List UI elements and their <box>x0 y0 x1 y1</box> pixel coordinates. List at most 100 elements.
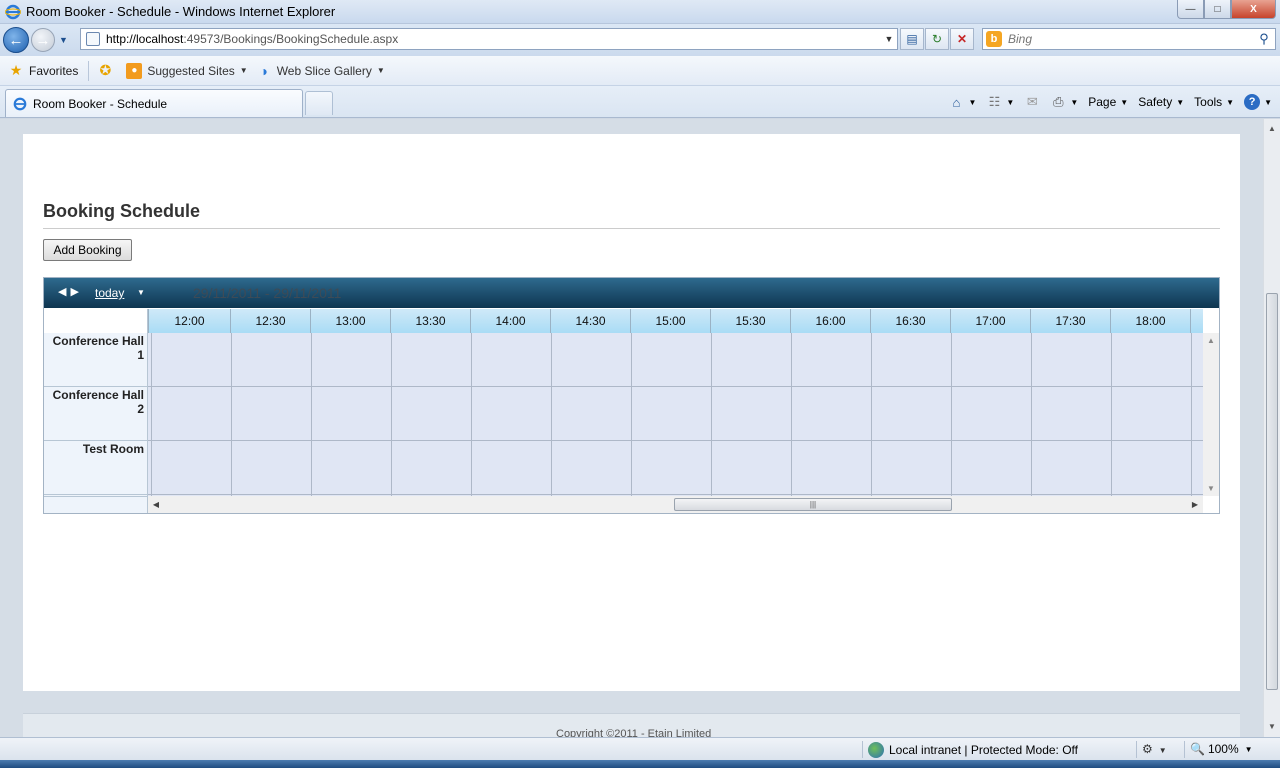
forward-button[interactable]: → <box>31 28 55 52</box>
scroll-down-icon[interactable]: ▼ <box>1203 484 1219 493</box>
room-column: Conference Hall 1 Conference Hall 2 Test R… <box>44 333 148 496</box>
add-to-favorites-bar-button[interactable]: ✪ <box>97 62 118 79</box>
refresh-button[interactable]: ↻ <box>925 28 949 50</box>
zoom-icon: 🔍 <box>1190 742 1205 756</box>
chevron-down-icon: ▼ <box>1006 97 1015 107</box>
suggested-sites-label: Suggested Sites <box>147 63 235 78</box>
close-window-button[interactable]: X <box>1231 0 1276 19</box>
rss-feed-icon: ☷ <box>988 94 1001 109</box>
page-title: Booking Schedule <box>43 201 201 221</box>
previous-day-icon[interactable]: ◀ <box>58 286 70 298</box>
internet-explorer-icon <box>12 96 28 112</box>
room-row-divider <box>44 494 148 495</box>
room-row-divider <box>44 440 148 441</box>
security-zone[interactable]: Local intranet | Protected Mode: Off <box>868 742 1078 758</box>
horizontal-scroll-thumb[interactable]: ||| <box>674 498 952 511</box>
scroll-up-icon[interactable]: ▲ <box>1203 336 1219 345</box>
grid-horizontal-scrollbar[interactable]: ◀ ||| ▶ <box>148 496 1203 513</box>
page-footer: Copyright ©2011 - Etain Limited <box>23 713 1240 737</box>
add-booking-button[interactable]: Add Booking <box>43 239 132 261</box>
scroll-left-icon[interactable]: ◀ <box>148 496 164 513</box>
help-menu[interactable]: ? ▼ <box>1244 94 1272 110</box>
chevron-down-icon: ▼ <box>1120 97 1129 107</box>
scroll-right-icon[interactable]: ▶ <box>1187 496 1203 513</box>
date-range: 29/11/2011 - 29/11/2011 <box>193 285 342 301</box>
windows-taskbar <box>0 760 1280 768</box>
compatibility-icon: ▤ <box>906 32 918 46</box>
time-slot-header: 13:30 <box>391 309 471 333</box>
search-input[interactable] <box>1008 32 1253 46</box>
maximize-button[interactable]: □ <box>1204 0 1231 19</box>
home-button[interactable]: ⌂ ▼ <box>948 94 977 110</box>
grid-column-line <box>551 333 552 496</box>
zoom-level: 100% <box>1207 742 1239 756</box>
search-icon[interactable]: ⚲ <box>1253 31 1275 47</box>
stop-button[interactable]: ✕ <box>950 28 974 50</box>
schedule-grid[interactable] <box>148 333 1203 496</box>
internet-explorer-icon <box>5 4 21 20</box>
view-dropdown-icon[interactable]: ▼ <box>137 288 145 297</box>
feeds-button[interactable]: ☷ ▼ <box>986 94 1015 110</box>
chevron-down-icon: ▼ <box>1158 746 1167 755</box>
page-menu[interactable]: Page ▼ <box>1088 95 1128 109</box>
scroll-up-icon[interactable]: ▲ <box>1264 121 1280 137</box>
home-icon: ⌂ <box>952 94 961 110</box>
back-button[interactable]: ← <box>3 27 29 53</box>
grid-column-line <box>151 333 152 496</box>
page-scroll-thumb[interactable] <box>1266 293 1278 690</box>
refresh-icon: ↻ <box>931 32 943 46</box>
tab-room-booker[interactable]: Room Booker - Schedule <box>5 89 303 117</box>
url-path: :49573/Bookings/BookingSchedule.aspx <box>183 32 399 46</box>
address-dropdown-icon[interactable]: ▼ <box>881 34 897 44</box>
grid-column-line <box>1031 333 1032 496</box>
tab-label: Room Booker - Schedule <box>33 96 168 111</box>
chevron-down-icon: ▼ <box>968 97 977 107</box>
safety-menu[interactable]: Safety ▼ <box>1138 95 1184 109</box>
booking-scheduler: ◀▶ today ▼ 29/11/2011 - 29/11/2011 12:00… <box>43 277 1220 514</box>
mail-icon: ✉ <box>1026 94 1038 109</box>
time-slot-header: 13:00 <box>311 309 391 333</box>
time-slot-header: 17:30 <box>1031 309 1111 333</box>
intranet-globe-icon <box>868 742 884 758</box>
status-divider <box>862 741 863 758</box>
compatibility-view-button[interactable]: ▤ <box>900 28 924 50</box>
next-day-icon[interactable]: ▶ <box>70 286 82 298</box>
web-slice-gallery-link[interactable]: ◑ Web Slice Gallery ▼ <box>256 63 384 79</box>
grid-column-line <box>791 333 792 496</box>
room-label: Conference Hall 2 <box>52 388 144 416</box>
status-divider <box>1136 741 1137 758</box>
scheduler-bottom-corner <box>44 496 148 513</box>
time-slot-header: 15:30 <box>711 309 791 333</box>
chevron-down-icon: ▼ <box>239 66 248 75</box>
help-icon: ? <box>1244 94 1261 110</box>
chevron-down-icon: ▼ <box>1244 744 1253 754</box>
suggested-sites-link[interactable]: ● Suggested Sites ▼ <box>126 62 248 79</box>
new-tab-button[interactable] <box>305 91 333 115</box>
today-link[interactable]: today <box>95 286 124 300</box>
favorites-star-icon: ★ <box>9 62 23 78</box>
url-text[interactable]: http://localhost:49573/Bookings/BookingS… <box>106 32 881 46</box>
time-slot-header: 12:00 <box>148 309 231 333</box>
scroll-down-icon[interactable]: ▼ <box>1264 719 1280 735</box>
search-box[interactable]: b ⚲ <box>982 28 1276 50</box>
time-header-row: 12:00 12:30 13:00 13:30 14:00 14:30 15:00 15:30… <box>148 309 1203 333</box>
address-bar[interactable]: http://localhost:49573/Bookings/BookingS… <box>80 28 898 50</box>
minimize-button[interactable]: — <box>1177 0 1204 19</box>
grid-row-line <box>148 440 1203 441</box>
zoom-control[interactable]: 🔍 100% ▼ <box>1190 742 1253 756</box>
recent-pages-dropdown[interactable]: ▼ <box>59 35 68 45</box>
chevron-down-icon: ▼ <box>1226 97 1235 107</box>
read-mail-button[interactable]: ✉ <box>1024 94 1040 110</box>
time-slot-header: 16:30 <box>871 309 951 333</box>
page-vertical-scrollbar[interactable]: ▲ ▼ <box>1263 119 1280 737</box>
grid-vertical-scrollbar[interactable]: ▲ ▼ <box>1203 333 1219 496</box>
status-bar: Local intranet | Protected Mode: Off ⚙ ▼ … <box>0 737 1280 760</box>
address-toolbar: ← → ▼ http://localhost:49573/Bookings/Bo… <box>0 24 1280 56</box>
print-button[interactable]: ⎙ ▼ <box>1050 94 1078 110</box>
favorites-button[interactable]: ★ Favorites <box>8 62 79 79</box>
grid-row-line <box>148 386 1203 387</box>
minimize-icon: — <box>1185 3 1196 15</box>
tools-menu[interactable]: Tools ▼ <box>1194 95 1234 109</box>
command-bar: ⌂ ▼ ☷ ▼ ✉ ⎙ ▼ Page ▼ Safety ▼ Tools ▼ ? ▼ <box>938 92 1272 112</box>
protected-mode-button[interactable]: ⚙ ▼ <box>1142 742 1167 756</box>
